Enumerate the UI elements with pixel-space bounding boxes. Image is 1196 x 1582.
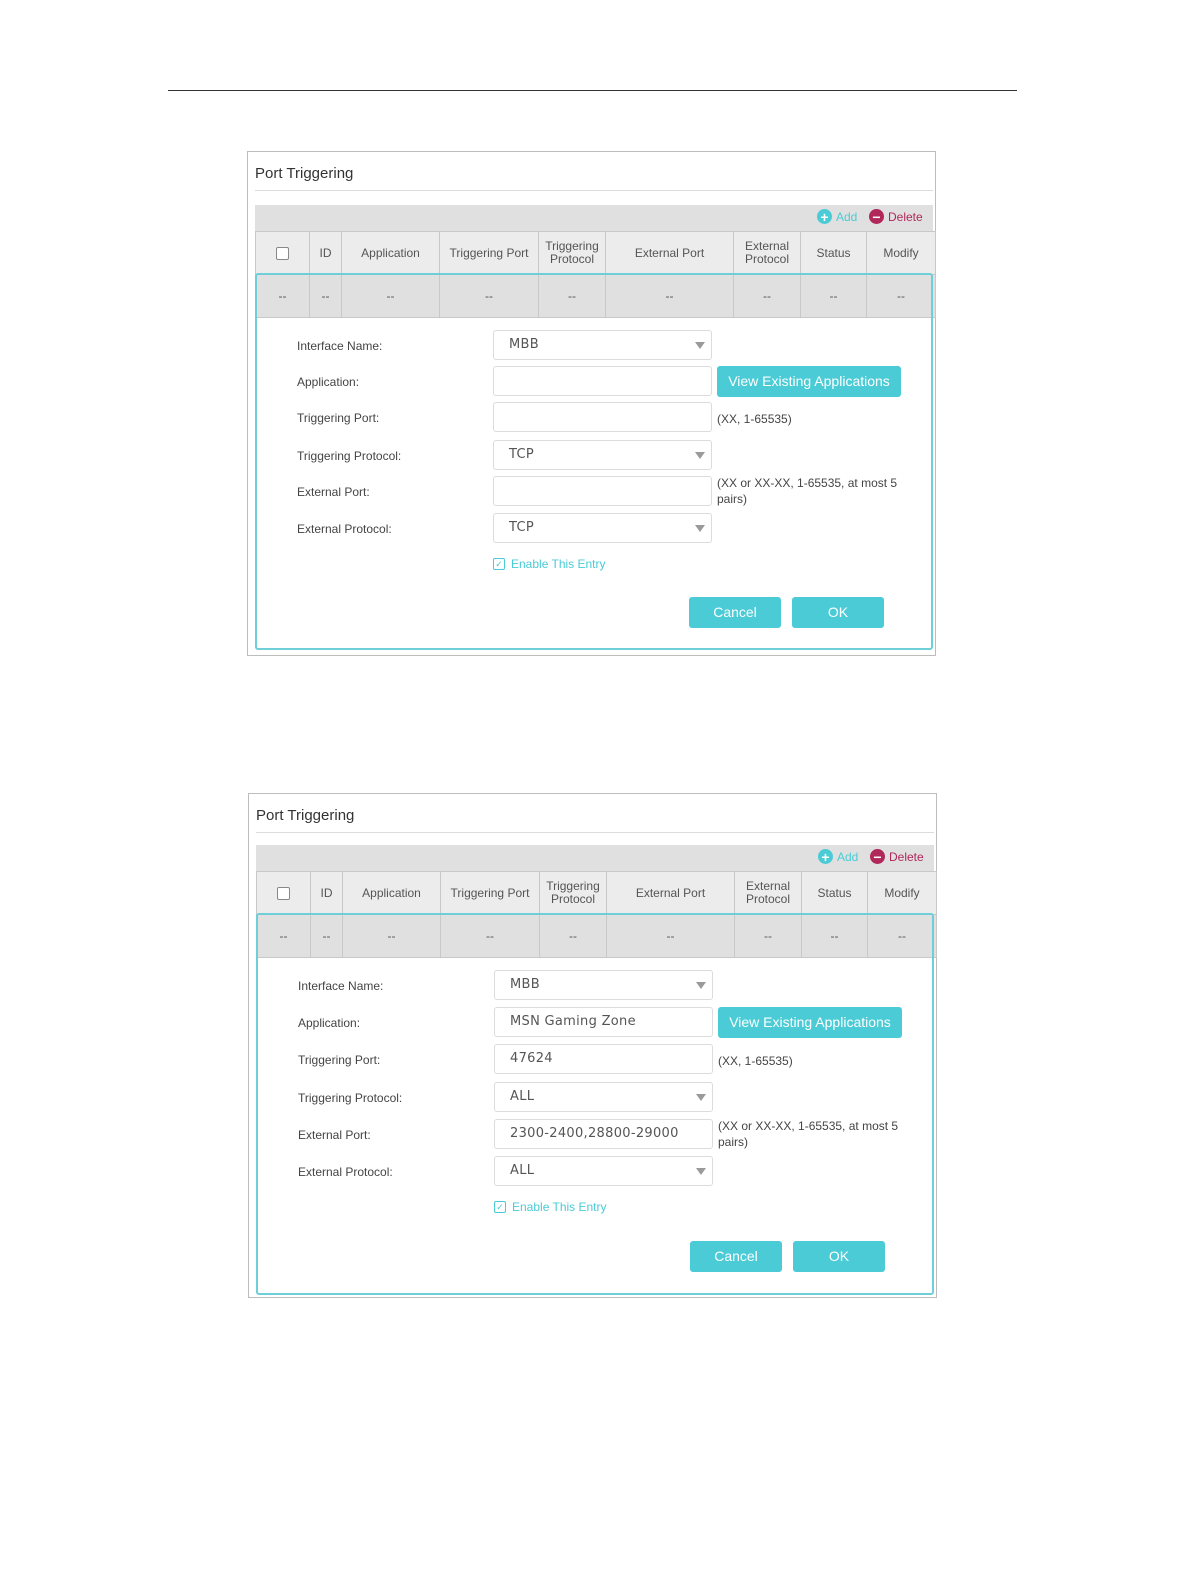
col-header-application: Application (342, 871, 441, 915)
col-header-id: ID (309, 231, 342, 275)
caret-down-icon (695, 452, 705, 459)
table-header-row: ID Application Triggering Port Triggerin… (255, 231, 936, 275)
select-all-checkbox[interactable] (276, 246, 289, 260)
interface-name-label: Interface Name: (298, 979, 384, 993)
select-all-checkbox[interactable] (277, 886, 290, 900)
col-header-triggering-protocol: Triggering Protocol (538, 231, 606, 275)
table-toolbar: + Add − Delete (255, 205, 933, 231)
triggering-port-hint: (XX, 1-65535) (718, 1054, 793, 1068)
title-divider (256, 832, 934, 833)
col-header-external-protocol: External Protocol (734, 871, 802, 915)
triggering-protocol-value: ALL (510, 1089, 535, 1104)
minus-circle-icon: − (870, 849, 885, 864)
col-header-triggering-protocol: Triggering Protocol (539, 871, 607, 915)
application-input[interactable] (493, 366, 712, 396)
caret-down-icon (696, 1168, 706, 1175)
delete-button[interactable]: − Delete (869, 209, 923, 224)
col-header-application: Application (341, 231, 440, 275)
ok-button[interactable]: OK (792, 597, 884, 628)
enable-entry-checkbox[interactable]: ✓ Enable This Entry (493, 557, 606, 571)
triggering-port-hint: (XX, 1-65535) (717, 412, 792, 426)
panel-title: Port Triggering (255, 165, 354, 182)
col-header-external-port: External Port (605, 231, 734, 275)
add-label: Add (837, 849, 859, 864)
view-existing-applications-button[interactable]: View Existing Applications (717, 366, 901, 397)
triggering-protocol-label: Triggering Protocol: (298, 1091, 403, 1105)
plus-circle-icon: + (817, 209, 832, 224)
port-triggering-panel-2: Port Triggering + Add − Delete ID Applic… (248, 793, 937, 1298)
col-header-status: Status (800, 231, 867, 275)
delete-label: Delete (888, 209, 923, 224)
checkbox-checked-icon: ✓ (494, 1201, 506, 1213)
triggering-port-label: Triggering Port: (298, 1053, 381, 1067)
interface-name-value: MBB (509, 337, 539, 352)
entry-form: Interface Name: MBB Application: MSN Gam… (256, 913, 934, 1295)
external-port-label: External Port: (298, 1128, 371, 1142)
external-protocol-label: External Protocol: (298, 1165, 393, 1179)
entry-form: Interface Name: MBB Application: View Ex… (255, 273, 933, 650)
triggering-protocol-select[interactable]: TCP (493, 440, 712, 470)
application-input[interactable]: MSN Gaming Zone (494, 1007, 713, 1037)
caret-down-icon (695, 342, 705, 349)
minus-circle-icon: − (869, 209, 884, 224)
external-port-hint: (XX or XX-XX, 1-65535, at most 5 pairs) (718, 1119, 899, 1149)
external-port-input[interactable]: 2300-2400,28800-29000 (494, 1119, 713, 1149)
col-header-modify: Modify (866, 231, 936, 275)
application-label: Application: (297, 375, 360, 389)
col-header-status: Status (801, 871, 868, 915)
triggering-port-input[interactable] (493, 402, 712, 432)
ok-button[interactable]: OK (793, 1241, 885, 1272)
external-protocol-select[interactable]: ALL (494, 1156, 713, 1186)
triggering-port-input[interactable]: 47624 (494, 1044, 713, 1074)
col-header-external-protocol: External Protocol (733, 231, 801, 275)
application-label: Application: (298, 1016, 361, 1030)
page-top-rule (168, 90, 1017, 91)
caret-down-icon (696, 982, 706, 989)
interface-name-select[interactable]: MBB (493, 330, 712, 360)
triggering-protocol-select[interactable]: ALL (494, 1082, 713, 1112)
external-protocol-label: External Protocol: (297, 522, 392, 536)
delete-button[interactable]: − Delete (870, 849, 924, 864)
enable-entry-checkbox[interactable]: ✓ Enable This Entry (494, 1200, 607, 1214)
title-divider (255, 190, 933, 191)
add-label: Add (836, 209, 858, 224)
col-header-triggering-port: Triggering Port (439, 231, 539, 275)
enable-entry-label: Enable This Entry (512, 1200, 607, 1214)
table-header-row: ID Application Triggering Port Triggerin… (256, 871, 937, 915)
external-port-hint: (XX or XX-XX, 1-65535, at most 5 pairs) (717, 476, 898, 506)
table-toolbar: + Add − Delete (256, 845, 934, 871)
interface-name-value: MBB (510, 977, 540, 992)
triggering-protocol-label: Triggering Protocol: (297, 449, 402, 463)
cancel-button[interactable]: Cancel (689, 597, 781, 628)
col-header-modify: Modify (867, 871, 937, 915)
col-header-id: ID (310, 871, 343, 915)
panel-title: Port Triggering (256, 807, 355, 824)
triggering-protocol-value: TCP (509, 447, 534, 462)
external-protocol-value: ALL (510, 1163, 535, 1178)
add-button[interactable]: + Add (817, 209, 857, 224)
external-protocol-select[interactable]: TCP (493, 513, 712, 543)
external-port-input[interactable] (493, 476, 712, 506)
port-triggering-panel-1: Port Triggering + Add − Delete ID Applic… (247, 151, 936, 656)
col-header-external-port: External Port (606, 871, 735, 915)
select-all-cell (256, 871, 311, 915)
col-header-triggering-port: Triggering Port (440, 871, 540, 915)
caret-down-icon (695, 525, 705, 532)
add-button[interactable]: + Add (818, 849, 858, 864)
caret-down-icon (696, 1094, 706, 1101)
delete-label: Delete (889, 849, 924, 864)
view-existing-applications-button[interactable]: View Existing Applications (718, 1007, 902, 1038)
plus-circle-icon: + (818, 849, 833, 864)
interface-name-label: Interface Name: (297, 339, 383, 353)
select-all-cell (255, 231, 310, 275)
cancel-button[interactable]: Cancel (690, 1241, 782, 1272)
triggering-port-label: Triggering Port: (297, 411, 380, 425)
interface-name-select[interactable]: MBB (494, 970, 713, 1000)
external-port-label: External Port: (297, 485, 370, 499)
external-protocol-value: TCP (509, 520, 534, 535)
enable-entry-label: Enable This Entry (511, 557, 606, 571)
checkbox-checked-icon: ✓ (493, 558, 505, 570)
